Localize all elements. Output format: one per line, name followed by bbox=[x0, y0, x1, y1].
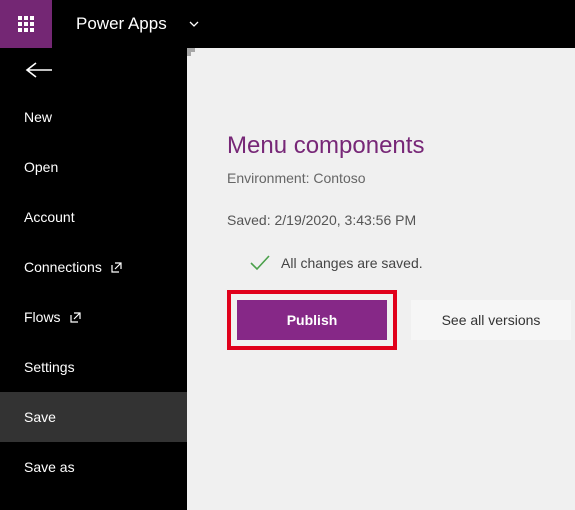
sidebar-item-save-as[interactable]: Save as bbox=[0, 442, 187, 492]
sidebar-item-new[interactable]: New bbox=[0, 92, 187, 142]
content-area: Menu components Environment: Contoso Sav… bbox=[187, 48, 575, 510]
scroll-indicator bbox=[187, 48, 195, 56]
sidebar-item-label: Flows bbox=[24, 309, 61, 325]
saved-timestamp: Saved: 2/19/2020, 3:43:56 PM bbox=[227, 212, 571, 228]
chevron-down-icon[interactable] bbox=[187, 17, 201, 31]
see-all-versions-button[interactable]: See all versions bbox=[411, 300, 571, 340]
status-row: All changes are saved. bbox=[227, 254, 571, 272]
checkmark-icon bbox=[249, 254, 271, 272]
sidebar-item-flows[interactable]: Flows bbox=[0, 292, 187, 342]
external-link-icon bbox=[110, 261, 123, 274]
sidebar-item-label: Save as bbox=[24, 459, 75, 475]
back-button[interactable] bbox=[0, 48, 187, 92]
waffle-icon bbox=[18, 16, 34, 32]
button-row: Publish See all versions bbox=[227, 290, 571, 350]
sidebar-item-label: Settings bbox=[24, 359, 75, 375]
sidebar-item-open[interactable]: Open bbox=[0, 142, 187, 192]
highlight-box: Publish bbox=[227, 290, 397, 350]
sidebar-item-label: Open bbox=[24, 159, 58, 175]
back-arrow-icon bbox=[24, 60, 54, 80]
environment-label: Environment: Contoso bbox=[227, 170, 571, 186]
top-bar: Power Apps bbox=[0, 0, 575, 48]
sidebar-item-label: Save bbox=[24, 409, 56, 425]
status-text: All changes are saved. bbox=[281, 255, 423, 271]
sidebar-item-account[interactable]: Account bbox=[0, 192, 187, 242]
sidebar-item-label: Account bbox=[24, 209, 75, 225]
sidebar-item-settings[interactable]: Settings bbox=[0, 342, 187, 392]
sidebar-item-label: Connections bbox=[24, 259, 102, 275]
sidebar-item-save[interactable]: Save bbox=[0, 392, 187, 442]
sidebar-item-connections[interactable]: Connections bbox=[0, 242, 187, 292]
app-launcher-button[interactable] bbox=[0, 0, 52, 48]
sidebar: New Open Account Connections Flows bbox=[0, 48, 187, 510]
sidebar-item-label: New bbox=[24, 109, 52, 125]
workspace: New Open Account Connections Flows bbox=[0, 48, 575, 510]
publish-button[interactable]: Publish bbox=[237, 300, 387, 340]
page-title: Menu components bbox=[227, 132, 571, 160]
app-title[interactable]: Power Apps bbox=[52, 14, 187, 34]
external-link-icon bbox=[69, 311, 82, 324]
